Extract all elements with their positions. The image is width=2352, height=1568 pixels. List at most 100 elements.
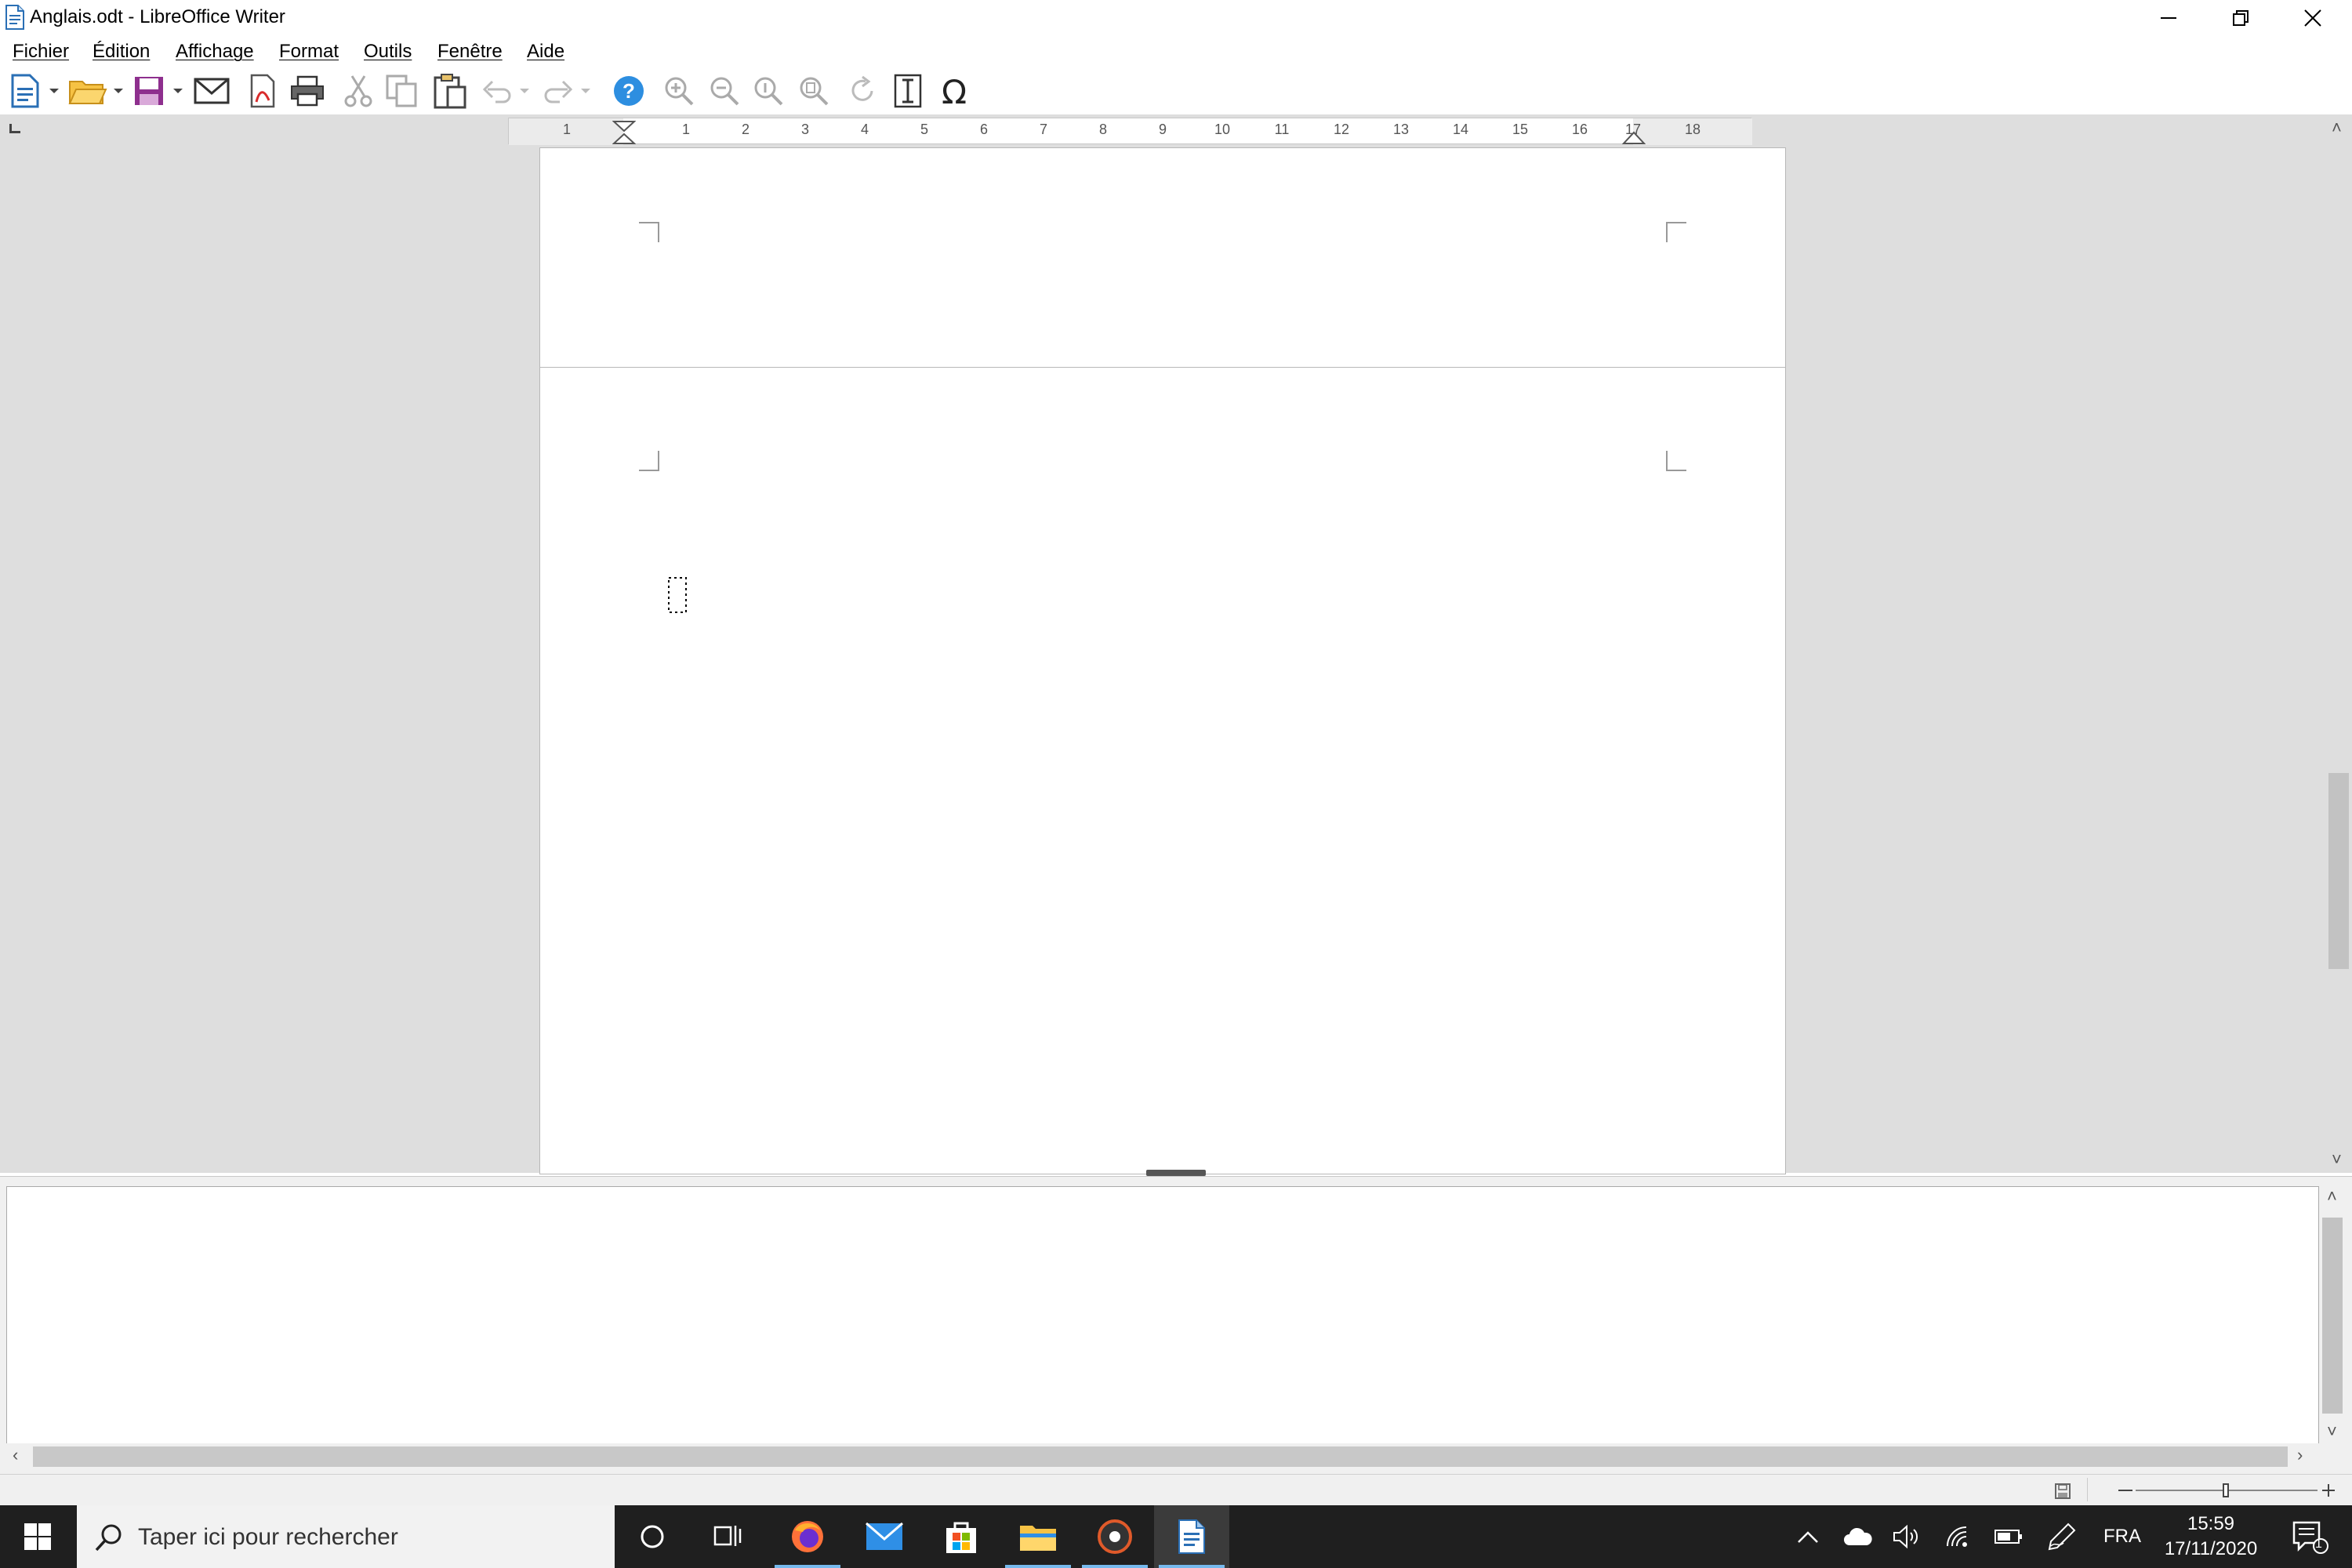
save-dropdown[interactable] [169,72,187,110]
taskbar-clock[interactable]: 15:59 17/11/2020 [2148,1512,2274,1562]
ruler-label: 1 [681,122,691,137]
show-hidden-icons-button[interactable] [1791,1505,1825,1568]
svg-text:?: ? [622,79,635,103]
taskbar-search-box[interactable]: Taper ici pour rechercher [77,1505,615,1568]
menu-affichage[interactable]: Affichage [176,41,254,63]
ruler-label: 2 [741,122,750,137]
save-button[interactable] [130,72,168,110]
menu-outils[interactable]: Outils [364,41,412,63]
document-modified-icon[interactable] [2054,1483,2071,1500]
vertical-scrollbar[interactable]: ˄ ˅ [2324,114,2352,1173]
cortana-button[interactable] [615,1505,690,1568]
print-button[interactable] [287,72,328,110]
cut-button[interactable] [339,72,378,110]
scroll-up-icon[interactable]: ˄ [2327,1186,2337,1207]
special-character-button[interactable]: Ω [935,72,974,110]
minimize-button[interactable] [2132,0,2205,36]
zoom-slider[interactable] [2117,1481,2336,1500]
writer-document-icon [1178,1519,1205,1554]
indent-marker-icon[interactable] [612,120,636,145]
help-button[interactable]: ? [610,72,648,110]
chevron-down-icon [173,89,183,93]
pen-workspace-button[interactable] [2042,1505,2082,1568]
ruler-label: 7 [1039,122,1048,137]
margin-corner-mark [639,222,659,242]
ruler-label: 13 [1392,122,1410,137]
standard-toolbar: ? Ω [0,67,2352,114]
scrollbar-thumb[interactable] [2322,1218,2343,1414]
undo-dropdown[interactable] [516,72,533,110]
window-title: Anglais.odt - LibreOffice Writer [30,6,285,27]
ruler-label: 3 [800,122,810,137]
status-bar [0,1474,2352,1505]
scroll-up-icon[interactable]: ˄ [2332,118,2342,138]
panel-vertical-scrollbar[interactable]: ˄ ˅ [2319,1186,2346,1445]
horizontal-ruler[interactable]: 1 1 2 3 4 5 6 7 8 9 10 11 12 13 14 15 16… [508,118,1752,145]
ruler-label: 5 [920,122,929,137]
close-icon [2304,9,2321,27]
menu-format[interactable]: Format [279,41,339,63]
zoom-in-button[interactable] [660,72,698,110]
clipboard-paste-icon [434,74,466,109]
battery-icon [1994,1530,2022,1544]
taskbar-mail[interactable] [847,1505,922,1568]
menu-fenetre[interactable]: Fenêtre [437,41,503,63]
scrollbar-thumb[interactable] [2328,773,2349,969]
start-button[interactable] [0,1505,75,1568]
scroll-down-icon[interactable]: ˅ [2332,1149,2342,1170]
close-button[interactable] [2277,0,2349,36]
action-center-button[interactable]: 1 [2281,1505,2338,1568]
panel-resize-handle[interactable] [1146,1170,1206,1176]
new-document-button[interactable] [6,72,44,110]
panel-horizontal-scrollbar[interactable]: ‹ › [6,1443,2319,1470]
open-button[interactable] [66,72,110,110]
taskbar-libreoffice-writer[interactable] [1154,1505,1229,1568]
menu-bar: Fichier Édition Affichage Format Outils … [0,36,2352,67]
taskbar-file-explorer[interactable] [1000,1505,1076,1568]
running-indicator [775,1565,840,1568]
ruler-label: 12 [1333,122,1350,137]
title-bar: Anglais.odt - LibreOffice Writer [0,0,2352,36]
cortana-circle-icon [641,1525,664,1548]
scrollbar-thumb[interactable] [33,1446,2288,1467]
network-button[interactable] [1938,1505,1979,1568]
menu-fichier[interactable]: Fichier [13,41,69,63]
margin-corner-mark [1666,451,1686,471]
menu-aide[interactable]: Aide [527,41,564,63]
taskbar-firefox[interactable] [770,1505,845,1568]
rotate-button[interactable] [844,72,881,110]
task-view-icon [713,1526,742,1546]
bottom-panel-content[interactable] [6,1186,2319,1445]
redo-button[interactable] [541,72,575,110]
volume-button[interactable] [1886,1505,1927,1568]
document-page-current[interactable] [539,367,1786,1174]
ruler-label: 11 [1274,122,1290,137]
open-dropdown[interactable] [110,72,127,110]
tab-stop-selector[interactable] [9,124,20,133]
minimize-icon [2161,17,2176,19]
text-box-button[interactable] [889,72,927,110]
export-pdf-button[interactable] [245,72,281,110]
email-button[interactable] [191,72,232,110]
scroll-down-icon[interactable]: ˅ [2327,1421,2337,1442]
copy-button[interactable] [383,72,422,110]
zoom-100-button[interactable] [750,72,787,110]
paste-button[interactable] [430,72,470,110]
zoom-page-button[interactable] [795,72,833,110]
redo-dropdown[interactable] [577,72,594,110]
undo-button[interactable] [480,72,514,110]
onedrive-button[interactable] [1838,1505,1878,1568]
taskbar-store[interactable] [924,1505,999,1568]
new-document-dropdown[interactable] [45,72,63,110]
taskbar-media-player[interactable] [1077,1505,1152,1568]
zoom-out-button[interactable] [706,72,743,110]
task-view-button[interactable] [690,1505,765,1568]
scroll-right-icon[interactable]: › [2297,1445,2303,1465]
scroll-left-icon[interactable]: ‹ [13,1445,18,1465]
input-language-indicator[interactable]: FRA [2096,1505,2148,1568]
battery-button[interactable] [1988,1505,2029,1568]
media-disc-icon [1098,1519,1132,1554]
restore-button[interactable] [2205,0,2277,36]
menu-edition[interactable]: Édition [93,41,150,63]
document-work-area[interactable]: 1 1 2 3 4 5 6 7 8 9 10 11 12 13 14 15 16… [0,114,2352,1174]
